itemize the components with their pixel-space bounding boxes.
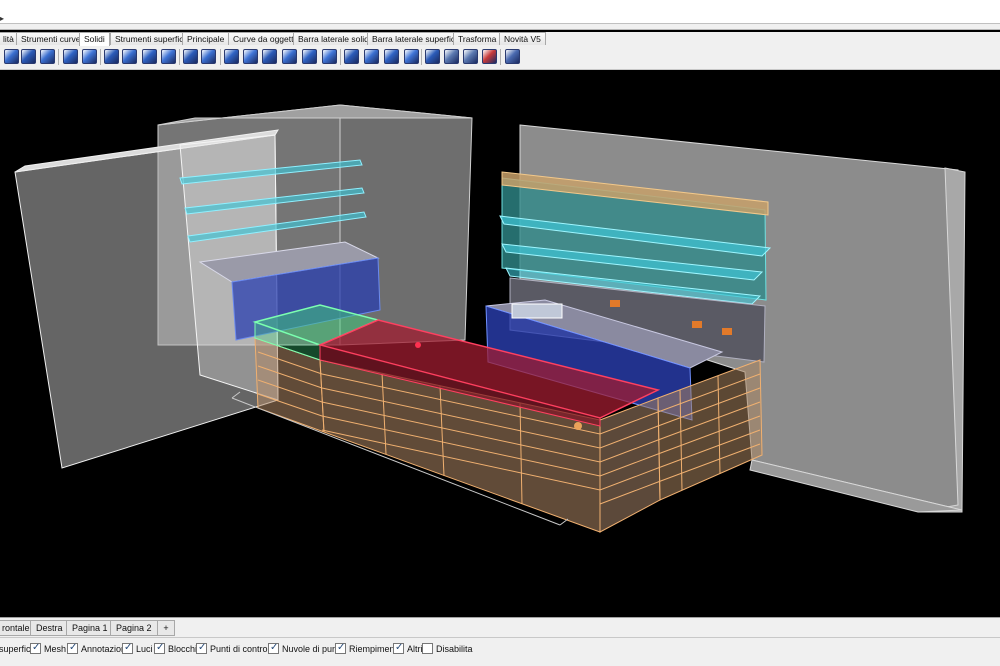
filter-lights[interactable]: Luci [122, 642, 153, 657]
socket-2 [692, 321, 702, 328]
tab-page-2[interactable]: Pagina 2 [110, 620, 158, 636]
socket-1 [610, 300, 620, 307]
toolbar-separator [220, 49, 221, 65]
checkbox[interactable] [122, 642, 133, 654]
filter-blocks[interactable]: Blocchi [154, 642, 198, 657]
shell-icon[interactable] [201, 49, 216, 64]
move-edge-icon[interactable] [282, 49, 297, 64]
filter-point-clouds[interactable]: Nuvole di punti [268, 642, 342, 657]
socket-3 [722, 328, 732, 335]
grid-mesh-icon[interactable] [444, 49, 459, 64]
tab-right-view[interactable]: Destra [30, 620, 69, 636]
filter-surfaces[interactable]: superfici [0, 643, 33, 657]
counter-badge [574, 422, 582, 430]
selection-filter-bar: superfici Mesh Annotazioni Luci Blocchi … [0, 637, 1000, 666]
cap-holes-icon[interactable] [224, 49, 239, 64]
checkbox[interactable] [196, 642, 207, 654]
filter-label: Annotazioni [81, 644, 129, 654]
wire-cut-icon[interactable] [404, 49, 419, 64]
tab-main[interactable]: Principale [182, 32, 230, 45]
command-prompt-icon: ▸ [0, 14, 5, 23]
toolbar-separator [100, 49, 101, 65]
add-tab-button[interactable]: + [157, 620, 175, 636]
tab-page-1[interactable]: Pagina 1 [66, 620, 114, 636]
filter-hatches[interactable]: Riempimenti [335, 642, 400, 657]
command-history [0, 0, 1000, 24]
filter-label: Altri [407, 644, 423, 654]
toolbar-tabs: lità Strumenti curve Solidi Strumenti su… [0, 32, 1000, 46]
boolean-difference-icon[interactable] [122, 49, 137, 64]
filter-others[interactable]: Altri [393, 642, 423, 657]
toolbar-separator [421, 49, 422, 65]
solids-toolbar [0, 46, 1000, 70]
tab-transform[interactable]: Trasforma [453, 32, 502, 45]
delete-face-icon[interactable] [482, 49, 497, 64]
filter-control-points[interactable]: Punti di controllo [196, 642, 277, 657]
tab-new-in-v5[interactable]: Novità V5 [499, 32, 546, 45]
filter-disable[interactable]: Disabilita [422, 643, 473, 657]
toolbar-separator [500, 49, 501, 65]
filter-annotations[interactable]: Annotazioni [67, 642, 129, 657]
checkbox[interactable] [268, 642, 279, 654]
checkbox[interactable] [67, 642, 78, 654]
checkbox[interactable] [393, 642, 404, 654]
checkbox[interactable] [422, 643, 433, 654]
text-solid-icon[interactable] [425, 49, 440, 64]
command-area[interactable]: ▸ [0, 0, 1000, 30]
toolbar-separator [179, 49, 180, 65]
solid-cone-icon[interactable] [63, 49, 78, 64]
fold-face-icon[interactable] [322, 49, 337, 64]
grid-mesh-alt-icon[interactable] [463, 49, 478, 64]
viewport-tabs: rontale Destra Pagina 1 Pagina 2 + [0, 617, 1000, 637]
filter-mesh[interactable]: Mesh [30, 642, 67, 657]
split-face-icon[interactable] [302, 49, 317, 64]
viewport-render [14, 104, 966, 533]
chamfer-edge-icon[interactable] [183, 49, 198, 64]
move-face-icon[interactable] [262, 49, 277, 64]
filter-label: Punti di controllo [210, 644, 277, 654]
checkbox[interactable] [335, 642, 346, 654]
solid-edit-icon[interactable] [344, 49, 359, 64]
tab-solids[interactable]: Solidi [79, 32, 110, 46]
boolean-union-icon[interactable] [104, 49, 119, 64]
solid-pipe-icon[interactable] [364, 49, 379, 64]
tab-surfaces-sidebar[interactable]: Barra laterale superfici [367, 32, 463, 45]
extract-surface-icon[interactable] [243, 49, 258, 64]
boolean-intersection-icon[interactable] [142, 49, 157, 64]
extrude-icon[interactable] [82, 49, 97, 64]
tab-surface-tools[interactable]: Strumenti superfici [110, 32, 191, 45]
filter-label: Mesh [44, 644, 67, 654]
filter-label: Nuvole di punti [282, 644, 342, 654]
tab-solids-sidebar[interactable]: Barra laterale solidi [293, 32, 376, 45]
filter-label: Riempimenti [349, 644, 400, 654]
solid-offset-icon[interactable] [384, 49, 399, 64]
filter-label: Luci [136, 644, 153, 654]
toolbar-separator [58, 49, 59, 65]
tab-curve-tools[interactable]: Strumenti curve [16, 32, 86, 45]
checkbox[interactable] [30, 642, 41, 654]
checkbox[interactable] [154, 642, 165, 654]
solid-cylinder-icon[interactable] [40, 49, 55, 64]
settings-gear-icon[interactable] [505, 49, 520, 64]
sink-right [511, 303, 563, 319]
filter-label: Blocchi [168, 644, 198, 654]
counter-marker [415, 342, 421, 348]
solid-box-icon[interactable] [4, 49, 19, 64]
filter-label: superfici [0, 644, 33, 654]
perspective-viewport[interactable] [0, 70, 1000, 617]
toolbar-separator [340, 49, 341, 65]
tab-curves-from-objects[interactable]: Curve da oggetti [228, 32, 301, 45]
fillet-edge-icon[interactable] [161, 49, 176, 64]
solid-sphere-icon[interactable] [21, 49, 36, 64]
filter-label: Disabilita [436, 644, 473, 654]
